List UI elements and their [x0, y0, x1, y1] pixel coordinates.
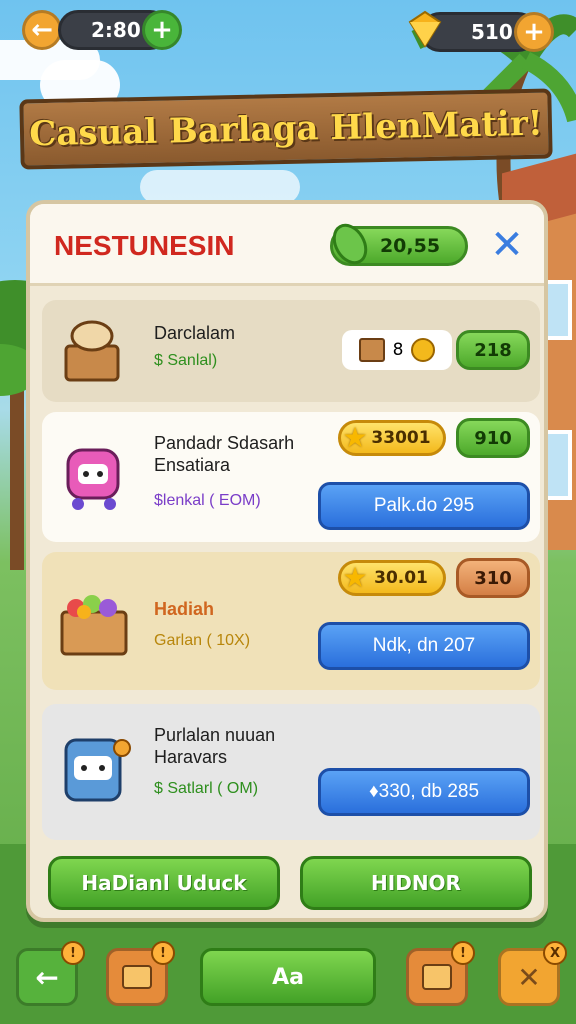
- plus-icon: +: [523, 17, 545, 47]
- cost-value: 8: [392, 340, 404, 360]
- treasure-chest-icon: [64, 320, 120, 382]
- pink-robot-icon: [66, 448, 120, 510]
- cash-icon: [332, 223, 368, 265]
- offer-name-line2: Ensatiara: [154, 455, 231, 475]
- left-footer-label: HaDianl Uduck: [81, 871, 247, 895]
- add-time-button[interactable]: +: [142, 10, 182, 50]
- coin-icon: [411, 338, 436, 362]
- gift-icon: [422, 964, 452, 990]
- offer-sub: $ Satlarl ( OM): [154, 780, 259, 797]
- nav-close-button[interactable]: ✕ X: [498, 941, 567, 1006]
- offer-sub: Garlan ( 10X): [154, 632, 251, 649]
- vending-robot-icon: [64, 738, 131, 802]
- left-footer-button[interactable]: HaDianl Uduck: [48, 856, 280, 910]
- gem-icon: [408, 10, 442, 48]
- buy-button[interactable]: 218: [456, 330, 530, 370]
- coin-value: 30.01: [374, 568, 428, 588]
- nav-back-button[interactable]: ← !: [16, 941, 85, 1006]
- offer-row: Pandadr Sdasarh Ensatiara $lenkal ( EOM)…: [42, 412, 540, 542]
- offer-row: Purlalan nuuan Haravars $ Satlarl ( OM) …: [42, 704, 540, 840]
- banner-title: Casual Barlaga HlenMatir!: [28, 103, 544, 155]
- offer-name: Pandadr Sdasarh Ensatiara: [154, 432, 294, 476]
- panel-title: NESTUNESIN: [54, 230, 235, 261]
- buy-label: 910: [474, 427, 512, 449]
- offer-name: Hadiah: [154, 599, 215, 619]
- back-button[interactable]: ←: [22, 10, 62, 50]
- buy-label: 218: [474, 339, 512, 361]
- title-banner: Casual Barlaga HlenMatir!: [19, 88, 553, 170]
- action-button[interactable]: Palk.do 295: [318, 482, 530, 530]
- offer-sub: $ Sanlal): [154, 352, 218, 369]
- notification-badge: !: [151, 941, 175, 965]
- cost-box: 8: [342, 330, 452, 370]
- action-label: ♦330, db 285: [368, 781, 480, 802]
- offer-row: Hadiah Garlan ( 10X) 30.01 ★ 310 Ndk, dn…: [42, 552, 540, 690]
- offer-name: Darclalam: [154, 323, 236, 343]
- right-footer-label: HIDNOR: [371, 871, 461, 895]
- cloud: [140, 170, 300, 204]
- time-value: 2:80: [91, 18, 141, 42]
- cash-value: 20,55: [379, 235, 441, 257]
- action-label: Palk.do 295: [373, 495, 475, 516]
- buy-button[interactable]: 910: [456, 418, 530, 458]
- chest-icon: [122, 965, 152, 989]
- add-gems-button[interactable]: +: [514, 12, 554, 52]
- plus-icon: +: [151, 15, 173, 45]
- arrow-left-icon: ←: [31, 15, 53, 45]
- panel-header: NESTUNESIN 20,55 ✕: [30, 204, 544, 286]
- top-bar: ← 2:80 + 510 +: [0, 0, 576, 60]
- offer-name: Purlalan nuuan Haravars: [154, 724, 275, 768]
- offer-name-line2: Haravars: [154, 747, 228, 767]
- close-icon: ✕: [517, 960, 541, 994]
- action-label: Ndk, dn 207: [372, 635, 476, 656]
- offer-name-line1: Purlalan nuuan: [154, 725, 276, 745]
- action-button[interactable]: Ndk, dn 207: [318, 622, 530, 670]
- coin-value: 33001: [371, 428, 431, 448]
- arrow-left-icon: ←: [35, 960, 59, 994]
- buy-button[interactable]: 310: [456, 558, 530, 598]
- close-icon: ✕: [490, 222, 524, 268]
- nav-chest-button[interactable]: !: [106, 941, 175, 1006]
- buy-label: 310: [474, 567, 512, 589]
- offer-row: Darclalam $ Sanlal) 8 218: [42, 300, 540, 402]
- nav-center-button[interactable]: Aa: [200, 948, 376, 1006]
- shop-panel: NESTUNESIN 20,55 ✕ Darclalam $ Sanlal) 8…: [26, 200, 548, 922]
- action-button[interactable]: ♦330, db 285: [318, 768, 530, 816]
- notification-badge: !: [61, 941, 85, 965]
- star-icon: ★: [342, 561, 368, 594]
- right-footer-button[interactable]: HIDNOR: [300, 856, 532, 910]
- offer-sub: $lenkal ( EOM): [154, 492, 261, 509]
- fruit-crate-icon: [60, 595, 128, 656]
- star-icon: ★: [342, 421, 368, 454]
- notification-badge: !: [451, 941, 475, 965]
- offer-name-line1: Pandadr Sdasarh: [154, 433, 295, 453]
- gem-value: 510: [471, 20, 513, 44]
- box-icon: [358, 338, 385, 362]
- nav-gift-button[interactable]: !: [406, 941, 475, 1006]
- nav-center-label: Aa: [272, 964, 304, 990]
- notification-badge: X: [543, 941, 567, 965]
- close-button[interactable]: ✕: [486, 224, 528, 266]
